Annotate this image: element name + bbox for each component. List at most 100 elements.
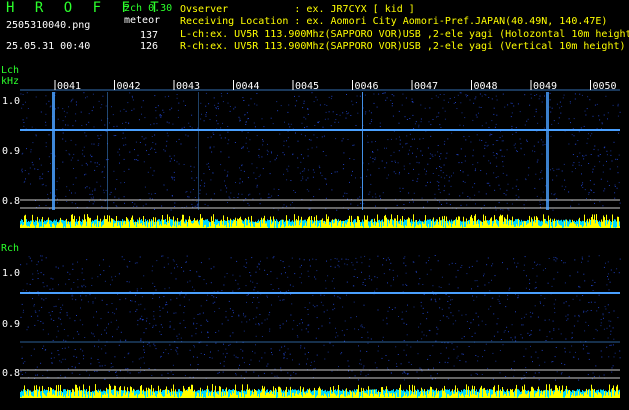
noise-dot (133, 206, 135, 207)
noise-bar-peak (103, 394, 104, 398)
noise-bar-peak (241, 219, 242, 228)
noise-bar-peak (117, 226, 118, 228)
noise-bar-peak (453, 393, 454, 398)
noise-dot (529, 288, 530, 290)
noise-dot (129, 261, 131, 262)
noise-bar-peak (325, 224, 326, 228)
noise-dot (416, 371, 418, 373)
noise-bar-base (268, 220, 269, 228)
noise-bar-peak (21, 223, 22, 228)
noise-dot (608, 356, 610, 358)
noise-dot (167, 263, 169, 265)
noise-dot (391, 160, 393, 162)
noise-dot (541, 349, 543, 351)
noise-dot (49, 106, 51, 108)
noise-dot (83, 284, 85, 286)
noise-dot (28, 256, 30, 258)
noise-bar-base (478, 391, 479, 398)
noise-dot (177, 338, 179, 340)
noise-dot (553, 303, 555, 305)
noise-dot (610, 154, 612, 156)
noise-dot (270, 348, 272, 350)
noise-dot (600, 350, 602, 352)
noise-dot (571, 345, 573, 347)
noise-bar-peak (204, 397, 205, 398)
noise-dot (196, 356, 198, 358)
noise-dot (246, 262, 248, 264)
noise-dot (159, 315, 161, 317)
noise-bar-peak (588, 223, 589, 228)
noise-bar-peak (221, 219, 222, 228)
noise-dot (282, 299, 284, 301)
noise-bar-peak (424, 389, 425, 398)
noise-dot (283, 353, 285, 355)
noise-dot (437, 260, 439, 262)
noise-dot (221, 95, 223, 97)
noise-bar-peak (438, 224, 439, 228)
noise-bar-peak (382, 221, 383, 228)
noise-dot (200, 353, 202, 354)
noise-dot (212, 302, 214, 304)
noise-bar-peak (604, 217, 605, 228)
noise-dot (227, 171, 229, 173)
noise-dot (479, 93, 481, 95)
noise-dot (274, 159, 276, 161)
noise-bar-peak (395, 218, 396, 228)
noise-bar-peak (176, 227, 177, 228)
noise-dot (26, 92, 28, 94)
noise-dot (503, 155, 505, 157)
noise-bar-peak (252, 391, 253, 398)
noise-bar-peak (361, 387, 362, 398)
noise-bar-peak (444, 215, 445, 228)
noise-dot (553, 256, 555, 258)
noise-dot (581, 185, 582, 187)
noise-dot (542, 144, 544, 146)
noise-dot (444, 110, 446, 112)
noise-dot (193, 179, 195, 181)
noise-dot (266, 274, 268, 275)
noise-dot (211, 151, 213, 153)
noise-dot (174, 267, 175, 269)
noise-dot (47, 197, 49, 199)
noise-dot (172, 374, 174, 375)
noise-dot (587, 310, 589, 312)
noise-dot (155, 110, 157, 112)
noise-dot (300, 133, 302, 135)
noise-bar-peak (264, 215, 265, 228)
noise-dot (91, 285, 93, 286)
noise-dot (243, 265, 245, 267)
noise-dot (203, 185, 205, 187)
noise-bar-peak (502, 214, 503, 228)
noise-dot (439, 166, 441, 167)
noise-dot (25, 372, 27, 374)
noise-dot (235, 356, 237, 358)
noise-dot (142, 100, 144, 102)
noise-dot (610, 320, 612, 322)
noise-dot (608, 312, 610, 314)
noise-dot (574, 315, 576, 317)
noise-bar-peak (425, 215, 426, 228)
noise-dot (118, 148, 120, 150)
noise-dot (138, 372, 140, 374)
noise-bar-peak (349, 215, 350, 228)
noise-bar-peak (292, 224, 293, 228)
noise-dot (194, 197, 196, 198)
noise-bar-peak (60, 217, 61, 228)
noise-dot (399, 191, 401, 192)
noise-bar-peak (211, 216, 212, 228)
noise-bar-peak (420, 224, 421, 228)
noise-bar-peak (141, 223, 142, 228)
noise-dot (90, 161, 92, 163)
noise-dot (525, 179, 527, 181)
noise-dot (212, 132, 214, 134)
noise-dot (447, 138, 449, 140)
noise-dot (564, 347, 566, 349)
noise-dot (268, 193, 270, 195)
noise-bar-peak (350, 390, 351, 398)
noise-dot (225, 316, 227, 318)
noise-bar-peak (174, 226, 175, 228)
noise-dot (27, 108, 29, 109)
noise-bar-peak (148, 222, 149, 228)
noise-dot (91, 155, 93, 157)
noise-dot (59, 360, 61, 362)
